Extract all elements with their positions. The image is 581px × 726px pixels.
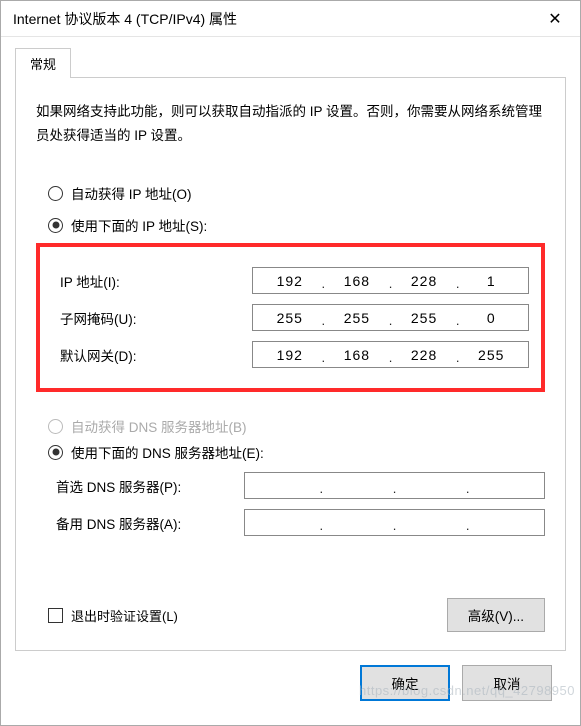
radio-manual-ip[interactable] [48, 218, 63, 233]
dot-icon: . [392, 518, 398, 533]
ip-address-label: IP 地址(I): [52, 271, 244, 291]
tab-label: 常规 [30, 57, 56, 72]
dot-icon: . [392, 481, 398, 496]
cancel-button-label: 取消 [494, 677, 521, 692]
validate-checkbox-label: 退出时验证设置(L) [71, 606, 178, 625]
dot-icon: . [388, 350, 394, 365]
dot-icon: . [388, 313, 394, 328]
alternate-dns-label: 备用 DNS 服务器(A): [36, 513, 236, 533]
field-row-gateway: 默认网关(D): 192. 168. 228. 255 [52, 341, 529, 368]
dot-icon: . [319, 518, 325, 533]
ip-octet[interactable]: 192 [259, 347, 321, 363]
ip-highlight-box: IP 地址(I): 192. 168. 228. 1 子网掩码(U): 255.… [36, 243, 545, 392]
tab-header: 常规 [15, 47, 566, 77]
validate-checkbox-wrap[interactable]: 退出时验证设置(L) [48, 606, 178, 625]
dot-icon: . [465, 481, 471, 496]
radio-manual-dns-label: 使用下面的 DNS 服务器地址(E): [71, 442, 264, 462]
dot-icon: . [321, 313, 327, 328]
close-button[interactable]: ✕ [532, 1, 578, 37]
window-title: Internet 协议版本 4 (TCP/IPv4) 属性 [13, 9, 237, 29]
alternate-dns-input[interactable]: . . . [244, 509, 545, 536]
ok-button-label: 确定 [392, 677, 419, 692]
dot-icon: . [321, 350, 327, 365]
advanced-button[interactable]: 高级(V)... [447, 598, 545, 632]
ip-octet[interactable]: 255 [460, 347, 522, 363]
dialog-window: Internet 协议版本 4 (TCP/IPv4) 属性 ✕ 常规 如果网络支… [0, 0, 581, 726]
dot-icon: . [455, 276, 461, 291]
titlebar: Internet 协议版本 4 (TCP/IPv4) 属性 ✕ [1, 1, 580, 37]
ip-octet[interactable]: 255 [393, 310, 455, 326]
close-icon: ✕ [548, 9, 561, 29]
preferred-dns-input[interactable]: . . . [244, 472, 545, 499]
ip-octet[interactable]: 228 [393, 273, 455, 289]
dot-icon: . [455, 350, 461, 365]
radio-manual-dns-row[interactable]: 使用下面的 DNS 服务器地址(E): [48, 442, 545, 462]
radio-auto-ip[interactable] [48, 186, 63, 201]
ip-octet[interactable]: 228 [393, 347, 455, 363]
ip-octet[interactable]: 168 [326, 273, 388, 289]
ip-octet[interactable]: 192 [259, 273, 321, 289]
validate-checkbox[interactable] [48, 608, 63, 623]
field-row-preferred-dns: 首选 DNS 服务器(P): . . . [36, 472, 545, 499]
dot-icon: . [321, 276, 327, 291]
field-row-alternate-dns: 备用 DNS 服务器(A): . . . [36, 509, 545, 536]
dot-icon: . [455, 313, 461, 328]
radio-manual-ip-row[interactable]: 使用下面的 IP 地址(S): [48, 215, 545, 235]
bottom-row: 退出时验证设置(L) 高级(V)... [36, 568, 545, 632]
subnet-label: 子网掩码(U): [52, 308, 244, 328]
gateway-input[interactable]: 192. 168. 228. 255 [252, 341, 529, 368]
advanced-button-label: 高级(V)... [468, 609, 524, 624]
radio-auto-dns-row: 自动获得 DNS 服务器地址(B) [48, 416, 545, 436]
radio-auto-ip-label: 自动获得 IP 地址(O) [71, 183, 192, 203]
dot-icon: . [319, 481, 325, 496]
ok-button[interactable]: 确定 [360, 665, 450, 701]
footer-buttons: 确定 取消 [15, 651, 566, 713]
radio-auto-ip-row[interactable]: 自动获得 IP 地址(O) [48, 183, 545, 203]
subnet-input[interactable]: 255. 255. 255. 0 [252, 304, 529, 331]
cancel-button[interactable]: 取消 [462, 665, 552, 701]
ip-address-input[interactable]: 192. 168. 228. 1 [252, 267, 529, 294]
dot-icon: . [388, 276, 394, 291]
dns-fields: 首选 DNS 服务器(P): . . . 备用 DNS 服务器(A): . . [36, 472, 545, 536]
radio-auto-dns [48, 419, 63, 434]
ip-octet[interactable]: 168 [326, 347, 388, 363]
preferred-dns-label: 首选 DNS 服务器(P): [36, 476, 236, 496]
radio-manual-dns[interactable] [48, 445, 63, 460]
gateway-label: 默认网关(D): [52, 345, 244, 365]
ip-octet[interactable]: 0 [460, 310, 522, 326]
ip-octet[interactable]: 255 [259, 310, 321, 326]
description-text: 如果网络支持此功能，则可以获取自动指派的 IP 设置。否则，你需要从网络系统管理… [36, 100, 545, 147]
tab-panel: 如果网络支持此功能，则可以获取自动指派的 IP 设置。否则，你需要从网络系统管理… [15, 77, 566, 651]
ip-octet[interactable]: 1 [460, 273, 522, 289]
dns-section: 自动获得 DNS 服务器地址(B) 使用下面的 DNS 服务器地址(E): 首选… [36, 410, 545, 548]
dot-icon: . [465, 518, 471, 533]
radio-auto-dns-label: 自动获得 DNS 服务器地址(B) [71, 416, 247, 436]
field-row-ip: IP 地址(I): 192. 168. 228. 1 [52, 267, 529, 294]
tab-general[interactable]: 常规 [15, 48, 71, 78]
field-row-subnet: 子网掩码(U): 255. 255. 255. 0 [52, 304, 529, 331]
radio-manual-ip-label: 使用下面的 IP 地址(S): [71, 215, 207, 235]
body-area: 常规 如果网络支持此功能，则可以获取自动指派的 IP 设置。否则，你需要从网络系… [1, 37, 580, 725]
ip-octet[interactable]: 255 [326, 310, 388, 326]
